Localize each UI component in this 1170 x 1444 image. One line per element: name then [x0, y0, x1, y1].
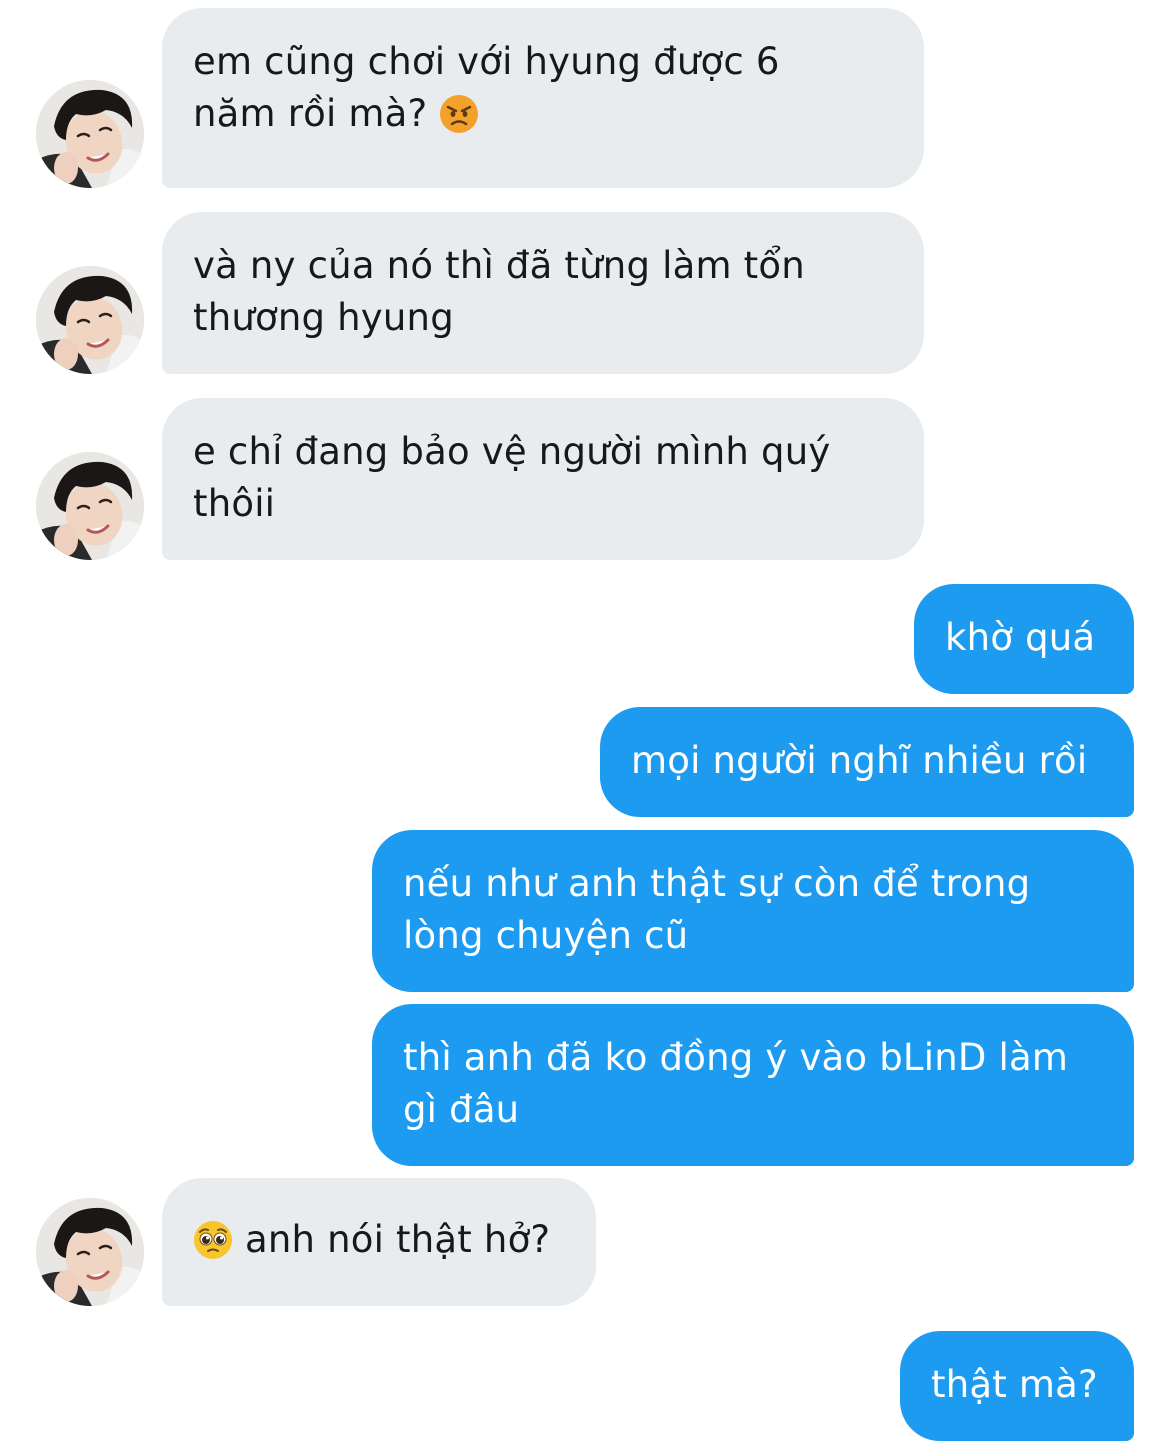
outgoing-message-bubble[interactable]: khờ quá: [914, 584, 1134, 694]
message-text: e chỉ đang bảo vệ người mình quý: [193, 430, 831, 473]
message-text: mọi người nghĩ nhiều rồi: [631, 739, 1088, 782]
contact-avatar[interactable]: [36, 80, 144, 188]
outgoing-message-bubble[interactable]: nếu như anh thật sự còn để trong lòng ch…: [372, 830, 1134, 992]
message-text: thương hyung: [193, 296, 454, 339]
incoming-message-bubble[interactable]: em cũng chơi với hyung được 6 năm rồi mà…: [162, 8, 924, 188]
outgoing-message-bubble[interactable]: thì anh đã ko đồng ý vào bLinD làm gì đâ…: [372, 1004, 1134, 1166]
outgoing-message-bubble[interactable]: thật mà?: [900, 1331, 1134, 1441]
outgoing-message-bubble[interactable]: mọi người nghĩ nhiều rồi: [600, 707, 1134, 817]
message-text: gì đâu: [403, 1088, 520, 1131]
message-text: thôii: [193, 482, 276, 525]
message-text: khờ quá: [945, 616, 1096, 659]
message-text: và ny của nó thì đã từng làm tổn: [193, 244, 805, 287]
message-text: nếu như anh thật sự còn để trong: [403, 862, 1031, 905]
message-text: anh nói thật hở?: [244, 1218, 551, 1261]
message-text: lòng chuyện cũ: [403, 914, 689, 957]
message-text: thật mà?: [931, 1363, 1098, 1406]
incoming-message-bubble[interactable]: e chỉ đang bảo vệ người mình quý thôii: [162, 398, 924, 560]
angry-face-emoji: [439, 94, 479, 134]
message-text: năm rồi mà?: [193, 92, 428, 135]
message-text: thì anh đã ko đồng ý vào bLinD làm: [403, 1036, 1069, 1079]
incoming-message-bubble[interactable]: và ny của nó thì đã từng làm tổn thương …: [162, 212, 924, 374]
contact-avatar[interactable]: [36, 266, 144, 374]
contact-avatar[interactable]: [36, 1198, 144, 1306]
message-text: em cũng chơi với hyung được 6: [193, 40, 780, 83]
contact-avatar[interactable]: [36, 452, 144, 560]
pleading-face-emoji: [193, 1220, 233, 1260]
incoming-message-bubble[interactable]: anh nói thật hở?: [162, 1178, 596, 1306]
